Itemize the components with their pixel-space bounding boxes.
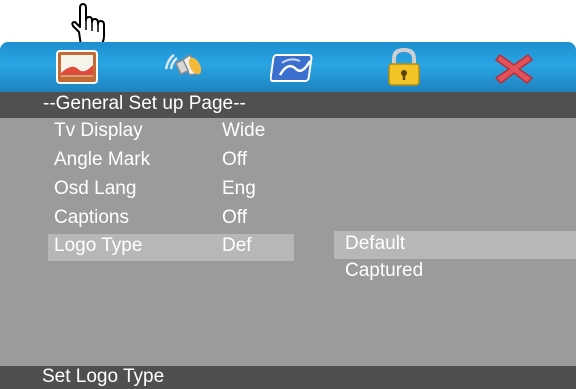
- video-picture-icon: [270, 54, 313, 82]
- tab-video-setup[interactable]: [266, 46, 322, 88]
- tab-lock-setup[interactable]: [376, 46, 432, 88]
- page-header: --General Set up Page--: [0, 92, 576, 118]
- close-x-icon: [495, 54, 533, 84]
- tab-general-setup[interactable]: [50, 46, 106, 88]
- setting-row-captions[interactable]: Captions Off: [48, 206, 294, 233]
- lock-icon: [388, 47, 420, 86]
- setting-row-angle-mark[interactable]: Angle Mark Off: [48, 148, 294, 175]
- setting-row-tv-display[interactable]: Tv Display Wide: [48, 119, 294, 146]
- option-label: Captured: [345, 260, 424, 281]
- setting-value: Off: [222, 149, 247, 170]
- settings-panel: Tv Display Wide Angle Mark Off Osd Lang …: [0, 118, 576, 366]
- page-title: --General Set up Page--: [43, 93, 246, 114]
- setting-label: Captions: [54, 207, 129, 228]
- audio-speaker-icon: [164, 53, 202, 76]
- tab-exit[interactable]: [486, 46, 542, 88]
- option-label: Default: [345, 233, 406, 254]
- option-captured[interactable]: Captured: [334, 258, 576, 286]
- setting-value: Def: [222, 235, 252, 256]
- tab-bar: [0, 42, 576, 92]
- setting-value: Off: [222, 207, 247, 228]
- tab-audio-setup[interactable]: [158, 46, 214, 88]
- setting-label: Tv Display: [54, 120, 143, 141]
- setting-label: Logo Type: [54, 235, 143, 256]
- status-bar: Set Logo Type: [0, 366, 576, 389]
- general-setup-icon: [56, 50, 98, 84]
- setting-row-osd-lang[interactable]: Osd Lang Eng: [48, 177, 294, 204]
- setting-label: Angle Mark: [54, 149, 151, 170]
- setting-value: Wide: [222, 120, 266, 141]
- setting-label: Osd Lang: [54, 178, 137, 199]
- status-text: Set Logo Type: [42, 366, 165, 387]
- option-default[interactable]: Default: [334, 231, 576, 259]
- setup-menu: --General Set up Page-- Tv Display Wide …: [0, 42, 576, 389]
- setting-row-logo-type[interactable]: Logo Type Def: [48, 234, 294, 261]
- setting-value: Eng: [222, 178, 256, 199]
